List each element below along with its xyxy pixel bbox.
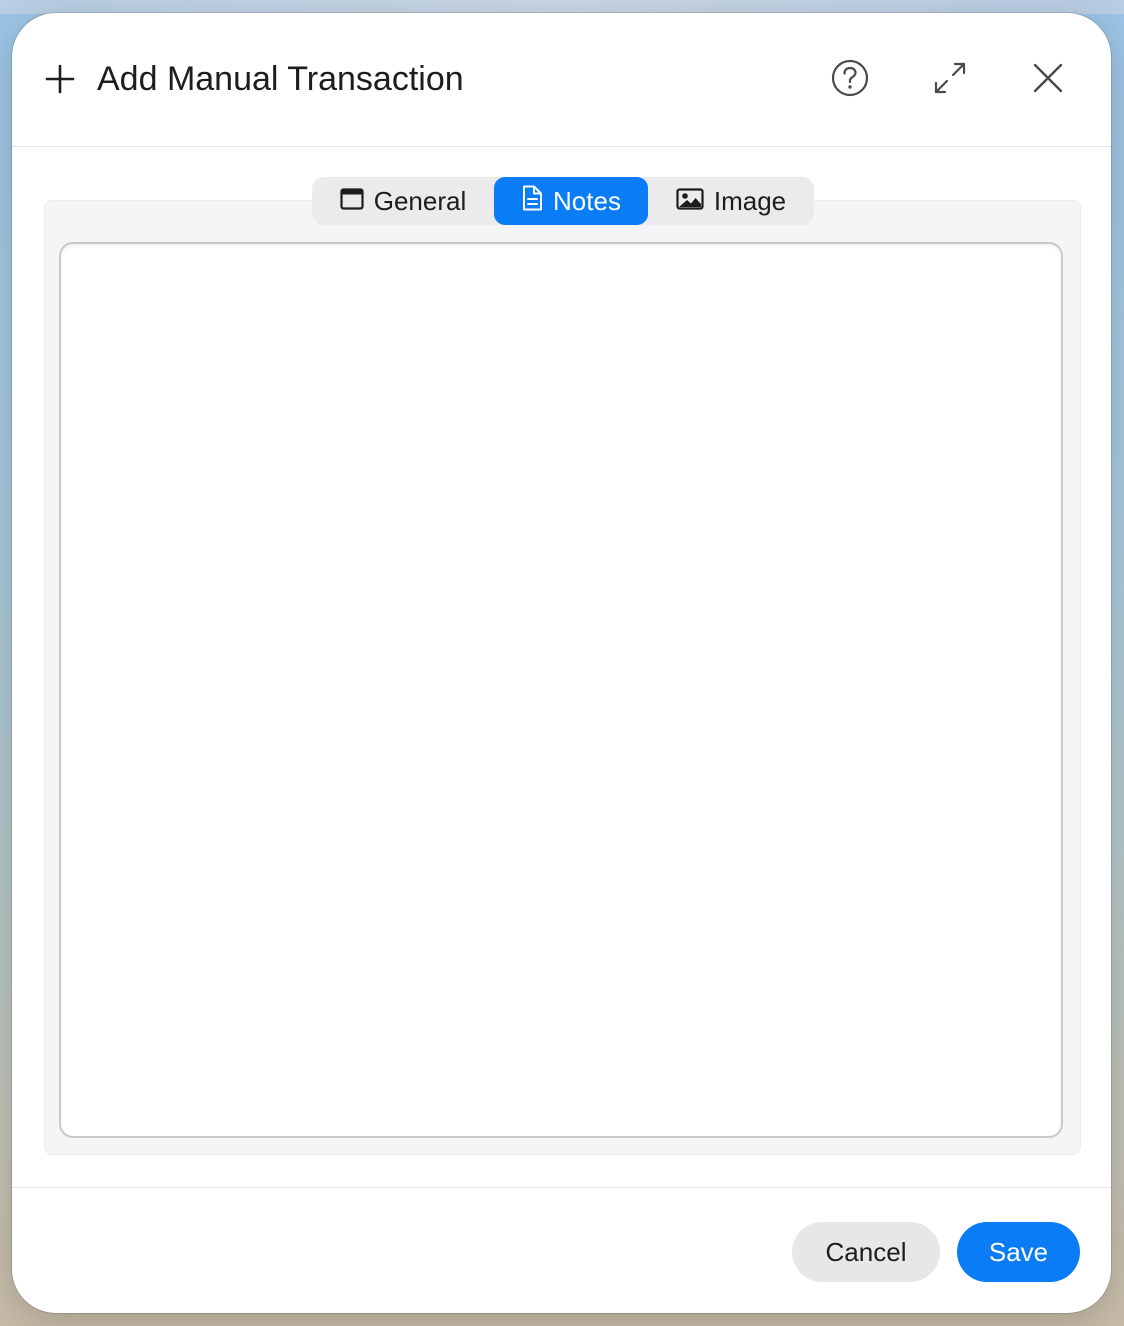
dialog-footer: Cancel Save [12, 1187, 1111, 1313]
dialog-header: Add Manual Transaction [12, 13, 1111, 147]
close-button[interactable] [1025, 57, 1071, 103]
expand-icon [933, 61, 967, 100]
tab-image-label: Image [713, 185, 787, 216]
help-button[interactable] [827, 57, 873, 103]
tab-general[interactable]: General [312, 177, 494, 225]
document-icon [521, 185, 543, 218]
plus-icon [45, 64, 75, 94]
close-icon [1032, 62, 1064, 99]
help-icon [831, 59, 869, 102]
add-transaction-dialog: Add Manual Transaction General Notes Ima… [12, 13, 1111, 1313]
background-window [0, 0, 1124, 14]
tab-notes-label: Notes [553, 185, 621, 216]
tab-bar: General Notes Image [312, 177, 814, 225]
dialog-title: Add Manual Transaction [97, 60, 464, 98]
tab-general-label: General [373, 185, 467, 216]
cancel-button[interactable]: Cancel [792, 1222, 940, 1282]
notes-textarea[interactable] [59, 242, 1063, 1138]
save-button[interactable]: Save [957, 1222, 1080, 1282]
expand-button[interactable] [927, 57, 973, 103]
window-icon [340, 186, 364, 217]
tab-image[interactable]: Image [648, 177, 814, 225]
tab-notes[interactable]: Notes [494, 177, 648, 225]
image-icon [676, 186, 704, 217]
